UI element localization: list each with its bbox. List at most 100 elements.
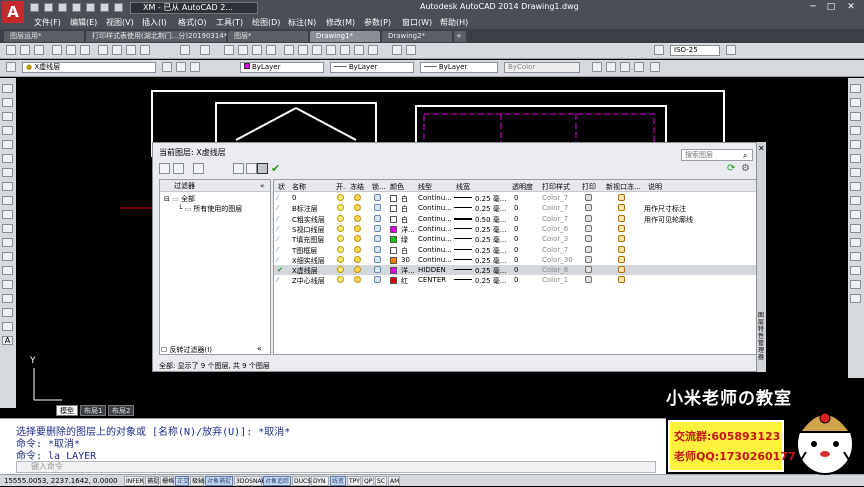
paste-icon[interactable] xyxy=(126,45,136,55)
set-current-checkmark-icon[interactable]: ✔ xyxy=(271,162,280,175)
plot-preview-icon[interactable] xyxy=(66,45,76,55)
color-select[interactable]: ByLayer xyxy=(240,62,324,73)
circle-icon[interactable] xyxy=(2,168,13,177)
autocad-logo-icon[interactable]: A xyxy=(2,1,24,23)
layer-name[interactable]: Z中心线层 xyxy=(292,276,325,286)
unlocked-icon[interactable] xyxy=(374,194,381,201)
layer-color-swatch[interactable] xyxy=(390,277,397,285)
lightbulb-on-icon[interactable] xyxy=(337,194,344,201)
printer-icon[interactable] xyxy=(585,245,592,253)
help-icon[interactable] xyxy=(368,45,378,55)
render-icon-2[interactable] xyxy=(606,62,616,72)
collapse-chevron-icon[interactable]: « xyxy=(260,180,264,192)
lightbulb-on-icon[interactable] xyxy=(337,214,344,222)
open-file-icon[interactable] xyxy=(20,45,30,55)
layer-transparency[interactable]: 0 xyxy=(514,256,518,264)
new-group-filter-icon[interactable] xyxy=(173,163,184,174)
construction-line-icon[interactable] xyxy=(2,98,13,107)
menu-window[interactable]: 窗口(W) xyxy=(402,17,432,28)
qnew-icon[interactable] xyxy=(6,45,16,55)
polygon-icon[interactable] xyxy=(2,126,13,135)
col-transparency[interactable]: 透明度 xyxy=(512,182,533,192)
unlocked-icon[interactable] xyxy=(374,276,381,284)
printer-icon[interactable] xyxy=(585,204,592,212)
ellipse-arc-icon[interactable] xyxy=(2,224,13,233)
delete-layer-icon[interactable] xyxy=(257,163,268,174)
new-layer-icon[interactable] xyxy=(233,163,244,174)
layer-linetype[interactable]: HIDDEN xyxy=(418,266,446,274)
dimstyle-select[interactable]: ISO-25 xyxy=(670,45,720,56)
vp-freeze-icon[interactable] xyxy=(618,204,625,212)
redo-toolbar-icon[interactable] xyxy=(200,45,210,55)
layer-transparency[interactable]: 0 xyxy=(514,225,518,233)
plotstyle-select[interactable]: ByColor xyxy=(504,62,580,73)
tree-node-all[interactable]: ⊟ ▭ 全部 xyxy=(164,194,195,204)
join-icon[interactable] xyxy=(850,252,861,261)
unlocked-icon[interactable] xyxy=(374,245,381,253)
pan-icon[interactable] xyxy=(224,45,234,55)
refresh-icon[interactable]: ⟳ xyxy=(727,163,735,174)
layer-row[interactable]: ⁄ Z中心线层 红 CENTER 0.25 毫... 0 Color_1 xyxy=(274,275,758,285)
printer-icon[interactable] xyxy=(585,235,592,243)
tab-drawing1[interactable]: Drawing1* xyxy=(310,31,380,42)
settings-icon[interactable]: ⚙ xyxy=(741,163,750,174)
printer-icon[interactable] xyxy=(585,194,592,201)
trim-icon[interactable] xyxy=(850,210,861,219)
layer-linetype[interactable]: Continu... xyxy=(418,204,452,212)
copy-icon[interactable] xyxy=(112,45,122,55)
new-icon[interactable] xyxy=(30,3,39,12)
layer-row[interactable]: ⁄ S视口线层 洋... Continu... 0.25 毫... 0 Color_6 xyxy=(274,224,758,234)
layer-transparency[interactable]: 0 xyxy=(514,266,518,274)
unlocked-icon[interactable] xyxy=(374,255,381,263)
match-props-icon[interactable] xyxy=(140,45,150,55)
table-icon[interactable] xyxy=(2,322,13,331)
invert-filter-checkbox[interactable]: ☐ 反转过滤器(I) xyxy=(161,345,212,355)
menu-parametric[interactable]: 参数(P) xyxy=(364,17,391,28)
publish-icon[interactable] xyxy=(80,45,90,55)
hatch-icon[interactable] xyxy=(2,280,13,289)
markup-icon[interactable] xyxy=(340,45,350,55)
layer-color-swatch[interactable] xyxy=(390,195,397,202)
layer-properties-icon[interactable] xyxy=(6,62,16,72)
sun-thawed-icon[interactable] xyxy=(354,235,361,243)
col-on[interactable]: 开. xyxy=(336,182,345,192)
arc-icon[interactable] xyxy=(2,154,13,163)
vp-freeze-icon[interactable] xyxy=(618,194,625,201)
layer-color-swatch[interactable] xyxy=(390,225,397,233)
text-style-icon[interactable] xyxy=(392,45,402,55)
dimstyle-manager-icon[interactable] xyxy=(654,45,664,55)
new-layer-vp-frozen-icon[interactable] xyxy=(246,163,257,174)
linetype-select[interactable]: ─── ByLayer xyxy=(330,62,414,73)
layer-color-swatch[interactable] xyxy=(390,215,397,223)
layer-transparency[interactable]: 0 xyxy=(514,276,518,284)
new-tab-plus-icon[interactable]: + xyxy=(454,31,466,42)
properties-icon[interactable] xyxy=(284,45,294,55)
fillet-icon[interactable] xyxy=(850,280,861,289)
layer-name[interactable]: 0 xyxy=(292,194,296,202)
status-toggle[interactable]: 正交 xyxy=(175,476,189,486)
break-icon[interactable] xyxy=(850,238,861,247)
make-current-icon[interactable] xyxy=(162,62,172,72)
layer-transparency[interactable]: 0 xyxy=(514,215,518,223)
plot-icon[interactable] xyxy=(52,45,62,55)
status-toggle[interactable]: 3DOSNAP xyxy=(234,476,265,486)
unlocked-icon[interactable] xyxy=(374,235,381,243)
save-icon[interactable] xyxy=(58,3,67,12)
collapse-tree-chevron-icon[interactable]: « xyxy=(257,344,262,353)
design-center-icon[interactable] xyxy=(298,45,308,55)
quickcalc-icon[interactable] xyxy=(354,45,364,55)
lightbulb-on-icon[interactable] xyxy=(337,245,344,253)
render-icon-4[interactable] xyxy=(634,62,644,72)
layer-transparency[interactable]: 0 xyxy=(514,204,518,212)
menu-file[interactable]: 文件(F) xyxy=(34,17,61,28)
tab-layer-usage[interactable]: 图层运用* xyxy=(4,31,84,42)
tab-drawing2[interactable]: Drawing2* xyxy=(382,31,452,42)
undo-icon[interactable] xyxy=(86,3,95,12)
point-icon[interactable] xyxy=(2,266,13,275)
layer-row[interactable]: ⁄ B标注层白 Continu... 0.25 毫... 0 Color_7 用作尺寸标注 xyxy=(274,203,758,213)
explode-icon[interactable] xyxy=(850,294,861,303)
redo-icon[interactable] xyxy=(100,3,109,12)
col-color[interactable]: 颜色 xyxy=(390,182,404,192)
col-lineweight[interactable]: 线宽 xyxy=(456,182,470,192)
render-icon-1[interactable] xyxy=(592,62,602,72)
